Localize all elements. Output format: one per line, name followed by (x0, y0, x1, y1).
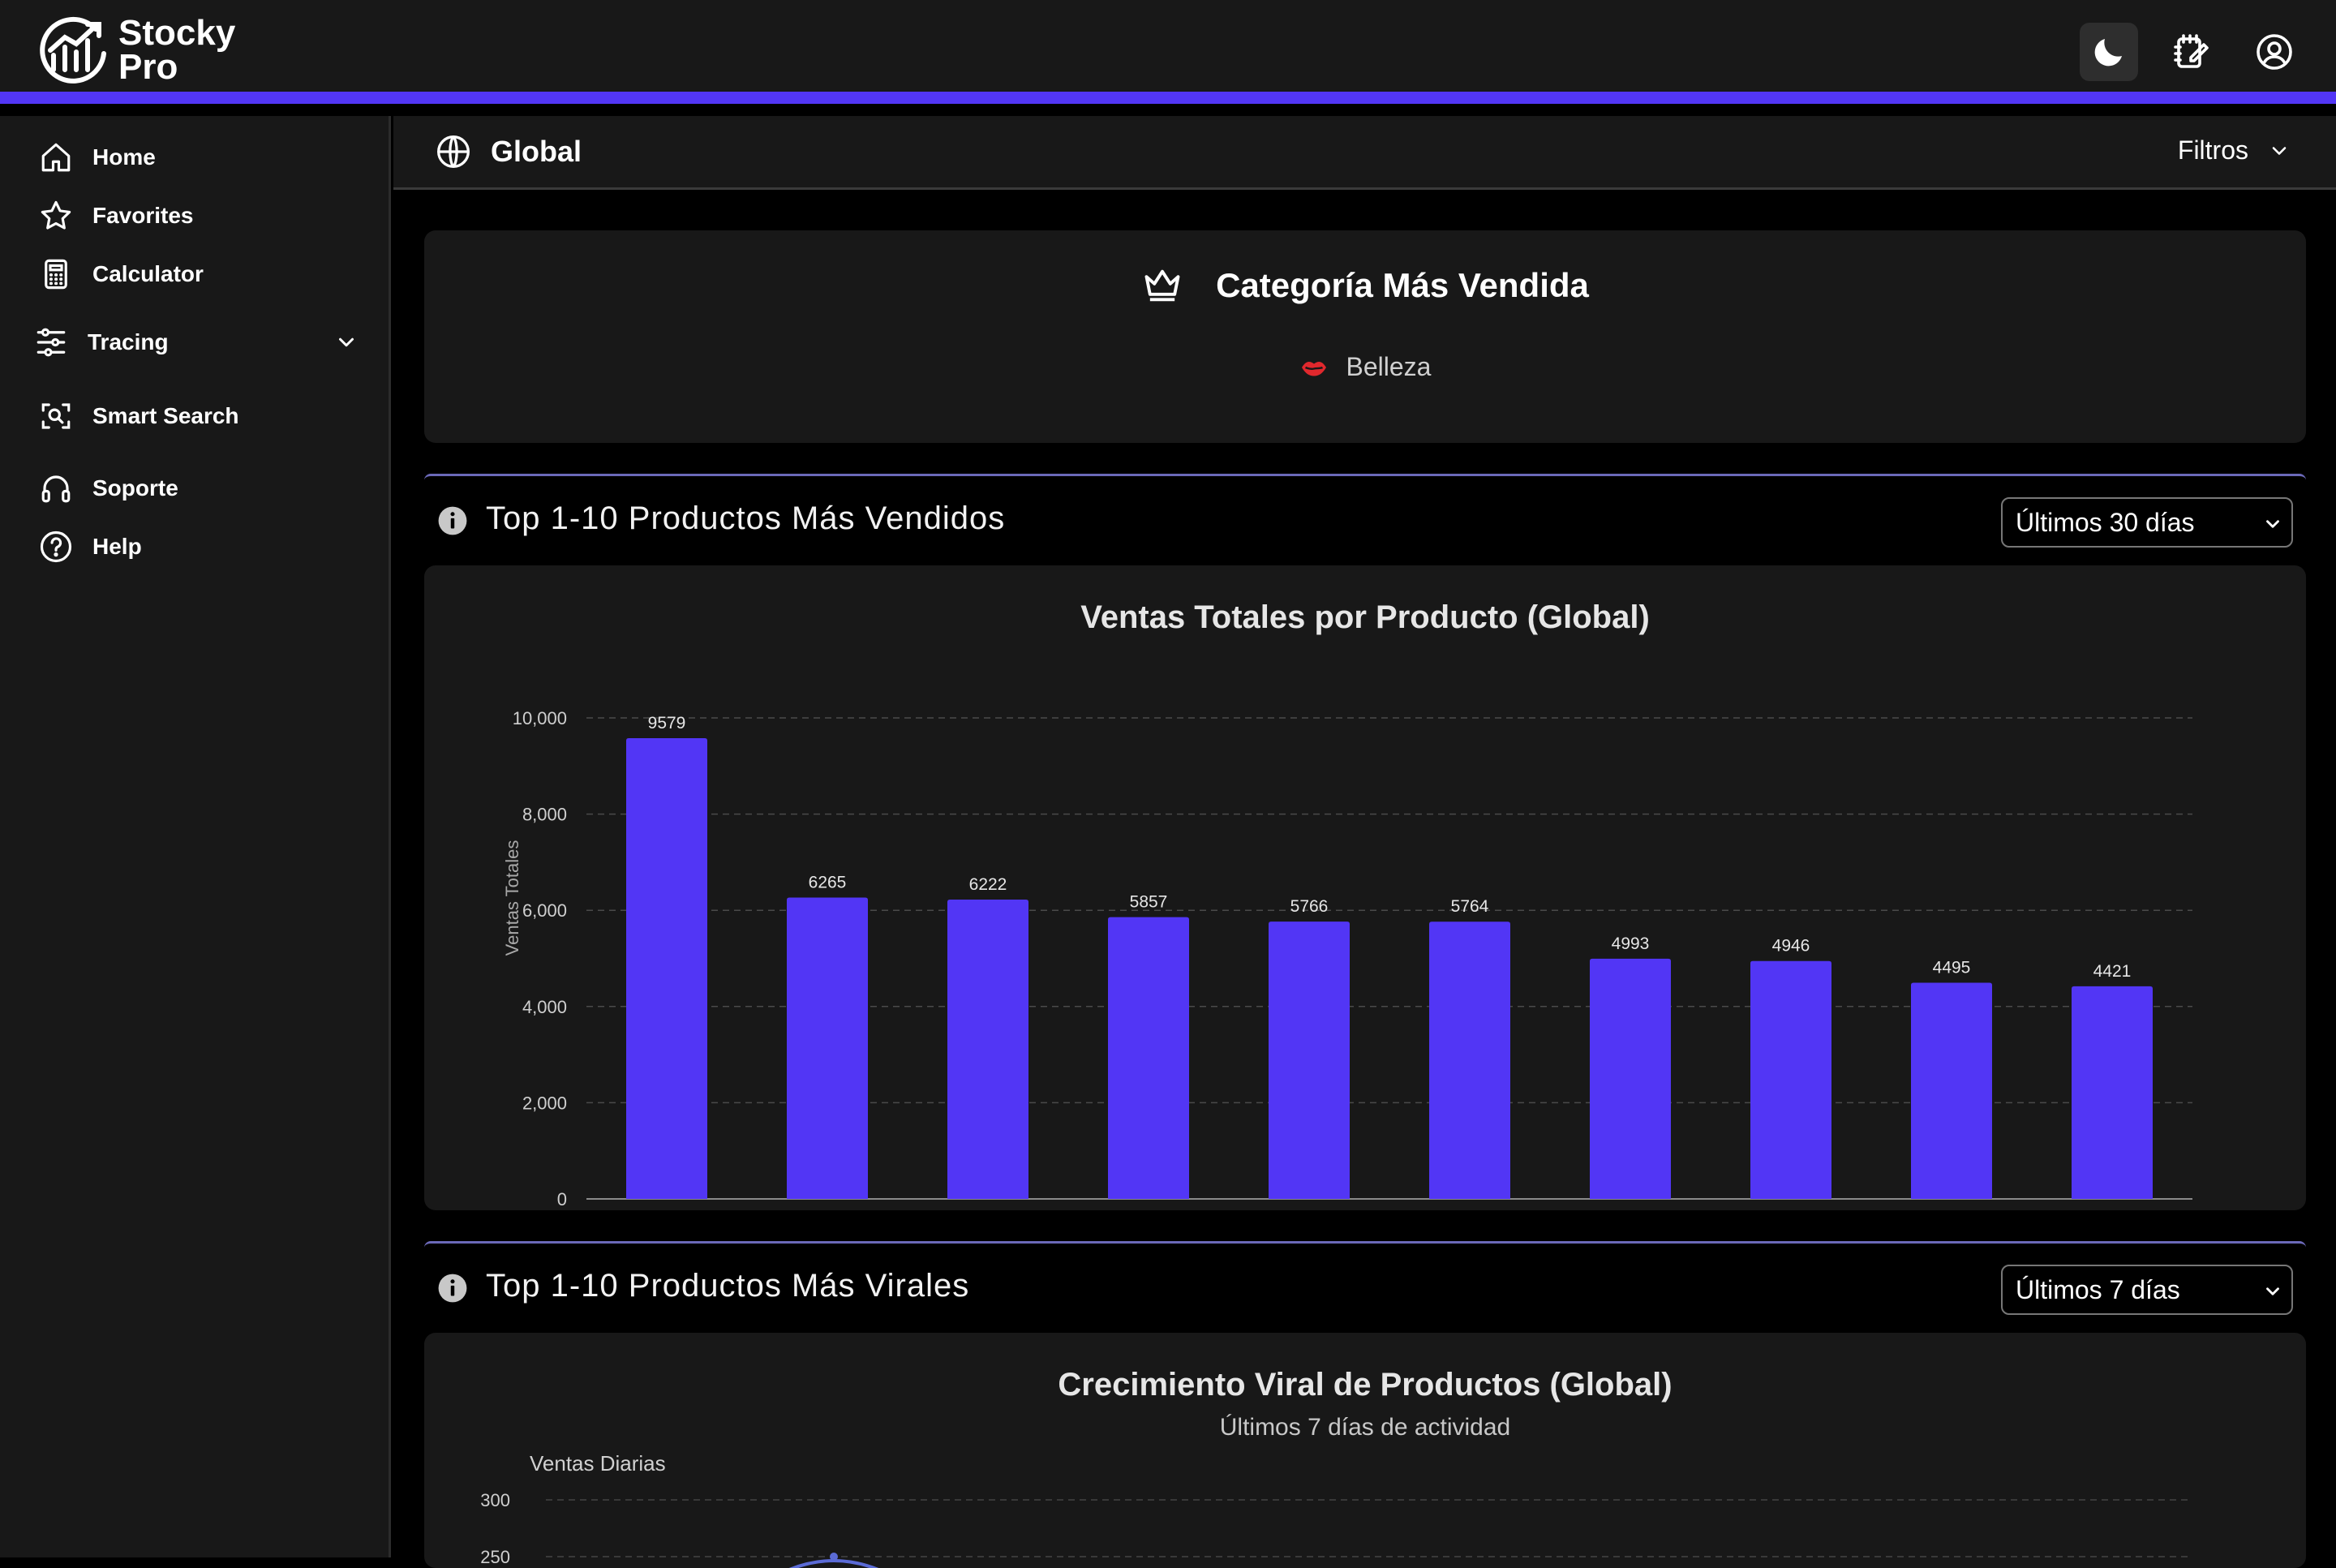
y-tick-label: 8,000 (522, 805, 567, 825)
filters-dropdown[interactable]: Filtros (2178, 135, 2291, 165)
scan-search-icon (41, 403, 71, 429)
sidebar-item-label: Tracing (88, 329, 169, 354)
bar[interactable] (1750, 960, 1831, 1199)
data-label: 5764 (1451, 897, 1489, 916)
filters-label: Filtros (2177, 135, 2248, 165)
y-axis-label: Ventas Diarias (530, 1451, 666, 1476)
sidebar-item-label: Favorites (92, 203, 194, 228)
calculator-icon (45, 259, 67, 290)
y-tick-label: 10,000 (513, 708, 567, 728)
section-title: Top 1-10 Productos Más Virales (486, 1268, 970, 1304)
top-category-card: Categoría Más Vendida Belleza (424, 230, 2306, 443)
sidebar-item-home[interactable]: Home (39, 135, 363, 180)
chevron-down-icon (2266, 520, 2279, 528)
global-bar: Global Filtros (393, 116, 2336, 190)
top-category-title: Categoría Más Vendida (1216, 266, 1589, 304)
line-chart: Ventas Diarias 300 250 (480, 1451, 2192, 1568)
sidebar: Home Favorites Calculator Tracing Smart … (0, 116, 391, 1557)
select-value: Últimos 30 días (2016, 507, 2195, 537)
select-value: Últimos 7 días (2016, 1274, 2180, 1304)
data-label: 4421 (2093, 962, 2132, 981)
data-point[interactable] (830, 1553, 838, 1561)
sliders-icon (36, 328, 66, 357)
data-label: 6265 (809, 873, 847, 891)
bar-chart-card: Ventas Totales por Producto (Global) 0 2,… (424, 565, 2306, 1210)
bar[interactable] (1911, 982, 1992, 1199)
y-tick-label: 0 (557, 1189, 567, 1209)
data-label: 5766 (1290, 897, 1329, 916)
bar[interactable] (2072, 986, 2153, 1199)
line-chart-card: Crecimiento Viral de Productos (Global) … (424, 1333, 2306, 1568)
chevron-down-icon (2266, 1287, 2279, 1295)
section-viral-header: Top 1-10 Productos Más Virales Últimos 7… (424, 1241, 2306, 1332)
series-line (788, 1559, 879, 1568)
bar[interactable] (1590, 958, 1671, 1199)
top-category-value: Belleza (1346, 352, 1432, 381)
bar[interactable] (626, 737, 707, 1199)
header-actions (2080, 23, 2304, 81)
sidebar-item-soporte[interactable]: Soporte (39, 466, 363, 511)
notes-edit-icon (2174, 34, 2209, 68)
y-tick-label: 2,000 (522, 1093, 567, 1113)
chart-logo-icon (40, 16, 106, 84)
star-icon (41, 200, 71, 230)
data-label: 5857 (1130, 893, 1168, 912)
brand-line2: Pro (118, 47, 178, 87)
sidebar-item-favorites[interactable]: Favorites (39, 193, 363, 238)
data-label: 6222 (969, 875, 1007, 894)
y-tick-label: 300 (480, 1490, 510, 1510)
info-icon[interactable] (437, 505, 468, 536)
info-icon[interactable] (437, 1273, 468, 1304)
bar[interactable] (1108, 917, 1189, 1199)
range-select-viral[interactable]: Últimos 7 días (2001, 1265, 2293, 1315)
sidebar-item-label: Home (92, 144, 156, 170)
main-content: Global Filtros Categoría Más Vendida Bel… (393, 116, 2336, 1568)
crown-icon (1144, 269, 1180, 302)
profile-button[interactable] (2245, 23, 2304, 81)
sidebar-item-smart-search[interactable]: Smart Search (39, 393, 363, 439)
section-title: Top 1-10 Productos Más Vendidos (486, 500, 1006, 536)
y-axis-label: Ventas Totales (502, 840, 522, 956)
sidebar-item-label: Help (92, 534, 142, 559)
home-icon (41, 143, 71, 172)
bar[interactable] (787, 897, 868, 1199)
user-circle-icon (2257, 34, 2292, 70)
sidebar-item-calculator[interactable]: Calculator (39, 251, 363, 297)
bar-chart: 02,0004,0006,0008,00010,000 9579Brasier … (502, 708, 2192, 1209)
lips-icon (1301, 361, 1326, 376)
sidebar-item-label: Smart Search (92, 403, 239, 428)
data-label: 4495 (1933, 958, 1971, 977)
y-tick-label: 4,000 (522, 997, 567, 1017)
sidebar-item-help[interactable]: Help (39, 524, 363, 569)
globe-icon (437, 135, 470, 168)
range-select-sold[interactable]: Últimos 30 días (2001, 497, 2293, 548)
brand-line1: Stocky (118, 13, 236, 53)
bar[interactable] (947, 900, 1028, 1199)
bar[interactable] (1429, 921, 1510, 1199)
brand-logo[interactable]: Stocky Pro (39, 13, 274, 88)
sidebar-item-tracing[interactable]: Tracing (34, 320, 359, 365)
page-title: Global (491, 135, 582, 168)
bar[interactable] (1269, 921, 1350, 1199)
chevron-down-icon (339, 337, 354, 347)
chevron-down-icon (2272, 146, 2287, 155)
data-label: 9579 (648, 714, 686, 732)
notes-button[interactable] (2162, 23, 2221, 81)
y-tick-label: 6,000 (522, 900, 567, 921)
help-circle-icon (40, 531, 72, 563)
moon-icon (2094, 39, 2122, 67)
data-label: 4946 (1772, 937, 1810, 956)
theme-toggle-button[interactable] (2080, 23, 2138, 81)
sidebar-item-label: Calculator (92, 261, 204, 286)
top-header: Stocky Pro (0, 0, 2336, 104)
section-top-sold-header: Top 1-10 Productos Más Vendidos Últimos … (424, 474, 2306, 565)
headphones-icon (41, 475, 71, 503)
sidebar-item-label: Soporte (92, 475, 178, 500)
data-label: 4993 (1612, 934, 1650, 953)
